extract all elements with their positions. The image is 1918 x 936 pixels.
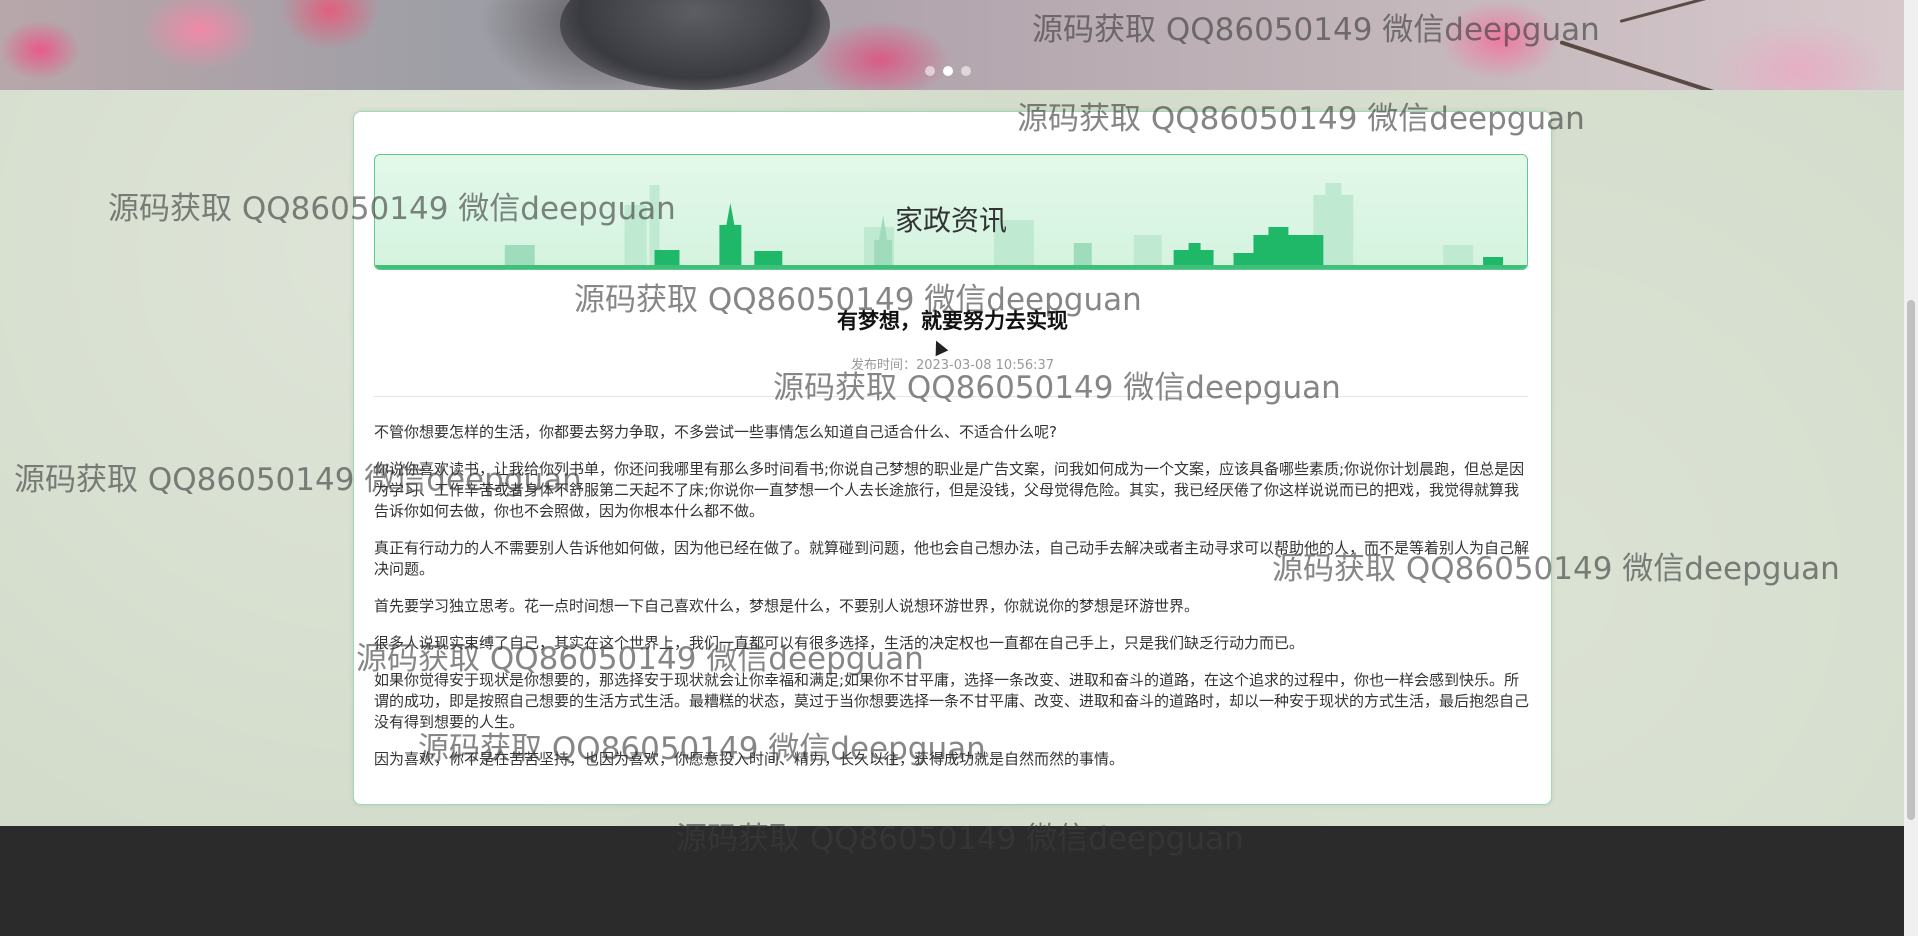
- carousel-dots: [925, 66, 971, 76]
- article-paragraph: 很多人说现实束缚了自己，其实在这个世界上，我们一直都可以有很多选择，生活的决定权…: [374, 634, 1305, 652]
- article-content: 不管你想要怎样的生活，你都要去努力争取，不多尝试一些事情怎么知道自己适合什么、不…: [374, 422, 1532, 786]
- header-ground-line: [375, 265, 1527, 269]
- article-paragraph: 真正有行动力的人不需要别人告诉他如何做，因为他已经在做了。就算碰到问题，他也会自…: [374, 539, 1530, 578]
- article-paragraph: 不管你想要怎样的生活，你都要去努力争取，不多尝试一些事情怎么知道自己适合什么、不…: [374, 423, 1057, 441]
- divider: [374, 396, 1528, 397]
- section-header: 家政资讯: [374, 154, 1528, 270]
- publish-time: 2023-03-08 10:56:37: [915, 358, 1055, 373]
- section-title: 家政资讯: [894, 204, 1007, 237]
- publish-info: 发布时间：2023-03-08 10:56:37: [354, 354, 1551, 373]
- carousel-dot-active[interactable]: [943, 66, 953, 76]
- article-paragraph: 首先要学习独立思考。花一点时间想一下自己喜欢什么，梦想是什么，不要别人说想环游世…: [374, 597, 1200, 615]
- scrollbar-thumb[interactable]: [1907, 300, 1915, 820]
- article-title: 有梦想，就要努力去实现: [837, 309, 1068, 333]
- article-paragraph: 因为喜欢，你不是在苦苦坚持，也因为喜欢，你愿意投入时间、精力，长久以往，获得成功…: [374, 750, 1125, 768]
- article-paragraph: 你说你喜欢读书，让我给你列书单，你还问我哪里有那么多时间看书;你说自己梦想的职业…: [374, 460, 1525, 520]
- publish-label: 发布时间：: [850, 358, 916, 373]
- banner-branch: [1619, 0, 1756, 23]
- carousel-dot[interactable]: [925, 66, 935, 76]
- banner-carousel[interactable]: [0, 0, 1904, 90]
- vertical-scrollbar[interactable]: [1904, 0, 1918, 936]
- banner-bird-image: [560, 0, 830, 90]
- carousel-dot[interactable]: [961, 66, 971, 76]
- banner-branch: [1559, 40, 1808, 90]
- article-card: 家政资讯 有梦想，就要努力去实现 发布时间：2023-03-08 10:56:3…: [353, 111, 1552, 805]
- page-footer: [0, 826, 1904, 936]
- article-paragraph: 如果你觉得安于现状是你想要的，那选择安于现状就会让你幸福和满足;如果你不甘平庸，…: [374, 671, 1530, 731]
